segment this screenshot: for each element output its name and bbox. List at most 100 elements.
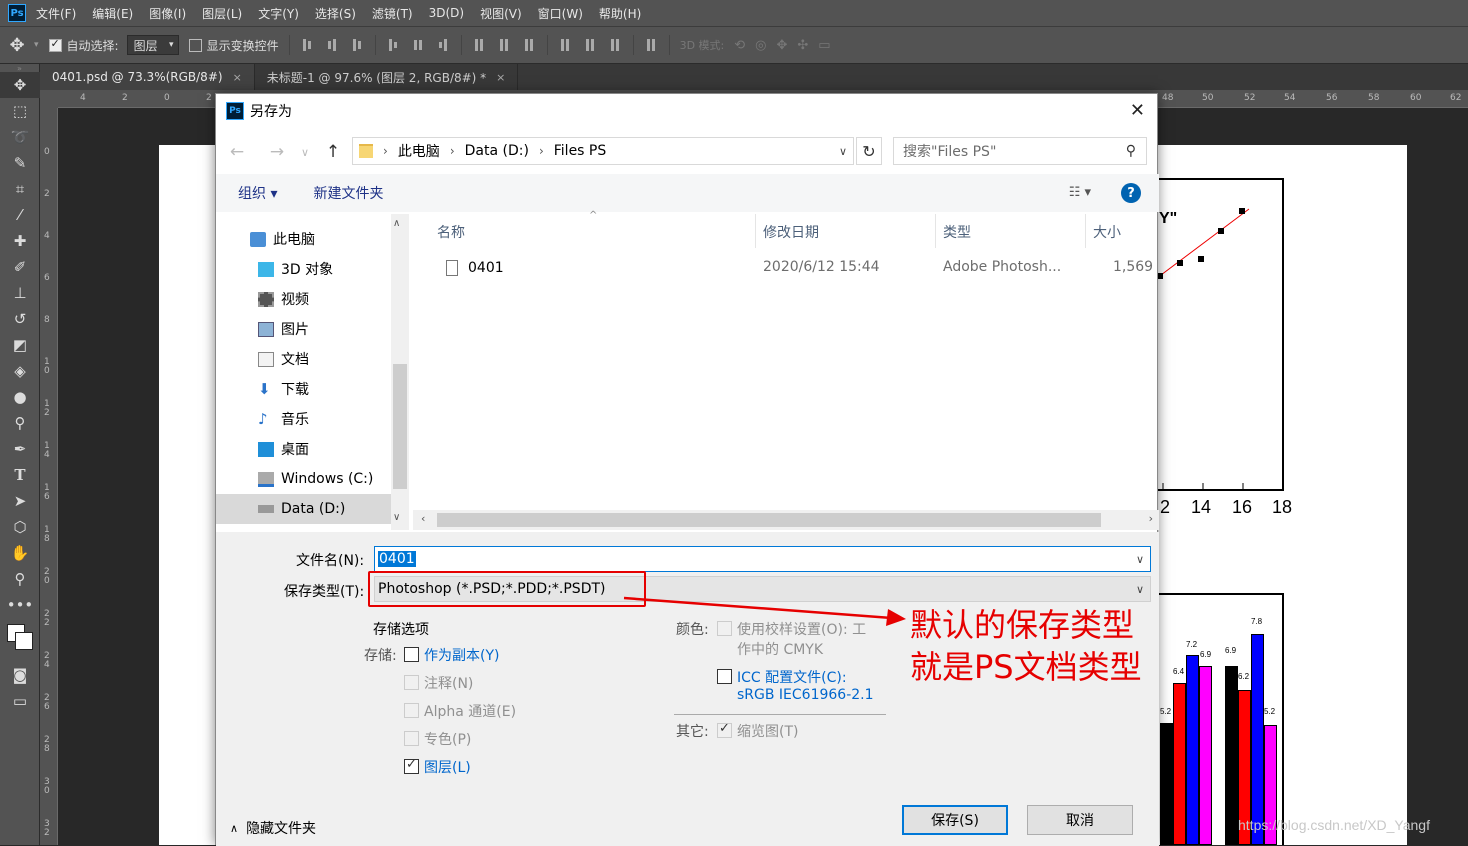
- forward-arrow-icon[interactable]: →: [266, 142, 288, 162]
- align-hcenter-icon[interactable]: [410, 38, 426, 52]
- history-brush-icon[interactable]: ↺: [0, 306, 40, 332]
- cancel-button[interactable]: 取消: [1027, 805, 1133, 835]
- layers-label[interactable]: 图层(L): [424, 757, 471, 777]
- scroll-up-icon[interactable]: ∧: [393, 218, 400, 229]
- column-divider[interactable]: [755, 214, 756, 248]
- shape-tool-icon[interactable]: ⬡: [0, 514, 40, 540]
- path-select-icon[interactable]: ➤: [0, 488, 40, 514]
- stamp-tool-icon[interactable]: ⊥: [0, 280, 40, 306]
- new-folder-button[interactable]: 新建文件夹: [313, 183, 383, 203]
- scroll-down-icon[interactable]: ∨: [393, 512, 400, 523]
- healing-brush-icon[interactable]: ✚: [0, 228, 40, 254]
- icc-profile-checkbox[interactable]: [717, 669, 732, 684]
- pen-tool-icon[interactable]: ✒: [0, 436, 40, 462]
- distribute-hcenter-icon[interactable]: [582, 38, 598, 52]
- hide-folders-toggle[interactable]: ∧ 隐藏文件夹: [230, 818, 316, 838]
- color-swatches-icon[interactable]: [0, 618, 40, 662]
- help-button[interactable]: ?: [1121, 183, 1141, 203]
- as-copy-checkbox[interactable]: [404, 647, 419, 662]
- menu-edit[interactable]: 编辑(E): [92, 5, 133, 22]
- column-header-size[interactable]: 大小: [1093, 222, 1121, 242]
- menu-view[interactable]: 视图(V): [480, 5, 522, 22]
- align-right-icon[interactable]: [435, 38, 451, 52]
- nav-item-desktop[interactable]: 桌面: [216, 434, 410, 464]
- tab-0401[interactable]: 0401.psd @ 73.3%(RGB/8#) ×: [40, 64, 255, 90]
- menu-window[interactable]: 窗口(W): [538, 5, 583, 22]
- eraser-tool-icon[interactable]: ◩: [0, 332, 40, 358]
- scrollbar-thumb[interactable]: [437, 513, 1101, 527]
- zoom-tool-icon[interactable]: ⚲: [0, 566, 40, 592]
- as-copy-label[interactable]: 作为副本(Y): [424, 645, 499, 665]
- menu-3d[interactable]: 3D(D): [429, 6, 464, 20]
- icc-profile-label[interactable]: ICC 配置文件(C):: [737, 667, 847, 687]
- distribute-right-icon[interactable]: [607, 38, 623, 52]
- layers-checkbox[interactable]: [404, 757, 419, 774]
- more-tools-icon[interactable]: •••: [0, 592, 40, 618]
- alpha-checkbox[interactable]: [404, 703, 419, 718]
- chevron-right-icon[interactable]: ›: [383, 144, 388, 158]
- lasso-tool-icon[interactable]: ➰: [0, 124, 40, 150]
- notes-checkbox[interactable]: [404, 675, 419, 690]
- chevron-right-icon[interactable]: ›: [539, 144, 544, 158]
- nav-item-windows-c[interactable]: Windows (C:): [216, 464, 410, 494]
- breadcrumb-this-pc[interactable]: 此电脑: [398, 141, 440, 161]
- scroll-left-icon[interactable]: ‹: [421, 512, 425, 525]
- show-transform-checkbox[interactable]: [188, 38, 202, 52]
- nav-item-data-d[interactable]: Data (D:): [216, 494, 391, 524]
- menu-file[interactable]: 文件(F): [36, 5, 76, 22]
- align-left-icon[interactable]: [385, 38, 401, 52]
- nav-item-documents[interactable]: 文档: [216, 344, 410, 374]
- menu-filter[interactable]: 滤镜(T): [372, 5, 413, 22]
- dodge-tool-icon[interactable]: ⚲: [0, 410, 40, 436]
- column-header-name[interactable]: 名称: [437, 222, 465, 242]
- close-icon[interactable]: ×: [496, 71, 505, 84]
- menu-select[interactable]: 选择(S): [315, 5, 356, 22]
- marquee-tool-icon[interactable]: ⬚: [0, 98, 40, 124]
- align-bottom-icon[interactable]: [349, 38, 365, 52]
- quick-mask-icon[interactable]: ◙: [0, 662, 40, 688]
- quick-select-tool-icon[interactable]: ✎: [0, 150, 40, 176]
- view-options-icon[interactable]: ☷ ▾: [1069, 185, 1091, 200]
- spot-color-checkbox[interactable]: [404, 731, 419, 746]
- up-arrow-icon[interactable]: ↑: [322, 142, 344, 162]
- back-arrow-icon[interactable]: ←: [226, 142, 248, 162]
- search-input[interactable]: 搜索"Files PS" ⚲: [893, 137, 1147, 165]
- chevron-down-icon[interactable]: ∨: [839, 145, 847, 158]
- menu-help[interactable]: 帮助(H): [599, 5, 641, 22]
- distribute-vcenter-icon[interactable]: [496, 38, 512, 52]
- nav-item-this-pc[interactable]: 此电脑: [216, 224, 410, 254]
- nav-scrollbar[interactable]: ∧ ∨: [391, 214, 409, 530]
- hand-tool-icon[interactable]: ✋: [0, 540, 40, 566]
- move-tool-icon[interactable]: ✥: [0, 72, 40, 98]
- chevron-down-icon[interactable]: ∨: [1136, 583, 1144, 596]
- scroll-right-icon[interactable]: ›: [1149, 512, 1153, 525]
- align-top-icon[interactable]: [299, 38, 315, 52]
- chevron-down-icon[interactable]: ▾: [34, 40, 39, 50]
- thumbnail-checkbox[interactable]: [717, 721, 732, 738]
- close-icon[interactable]: ×: [233, 71, 242, 84]
- menu-type[interactable]: 文字(Y): [258, 5, 299, 22]
- close-icon[interactable]: ✕: [1130, 100, 1145, 121]
- 3d-tools-icons[interactable]: ⟲◎✥✣▭: [734, 38, 840, 53]
- screen-mode-icon[interactable]: ▭: [0, 688, 40, 714]
- column-divider[interactable]: [935, 214, 936, 248]
- chevron-down-icon[interactable]: ∨: [1136, 553, 1144, 566]
- crop-tool-icon[interactable]: ⌗: [0, 176, 40, 202]
- blur-tool-icon[interactable]: ●: [0, 384, 40, 410]
- address-bar[interactable]: › 此电脑 › Data (D:) › Files PS ∨: [352, 137, 854, 165]
- breadcrumb-data-d[interactable]: Data (D:): [465, 143, 529, 159]
- move-tool-icon[interactable]: ✥: [0, 35, 34, 56]
- auto-select-checkbox[interactable]: [48, 37, 62, 52]
- auto-select-target-dropdown[interactable]: 图层 ▾: [126, 35, 179, 55]
- save-button[interactable]: 保存(S): [902, 805, 1008, 835]
- column-divider[interactable]: [1085, 214, 1086, 248]
- dialog-titlebar[interactable]: Ps 另存为: [216, 94, 1157, 128]
- distribute-top-icon[interactable]: [471, 38, 487, 52]
- auto-align-icon[interactable]: [643, 38, 659, 52]
- column-header-date[interactable]: 修改日期: [763, 222, 819, 242]
- column-header-type[interactable]: 类型: [943, 222, 971, 242]
- refresh-icon[interactable]: ↻: [856, 137, 882, 165]
- file-name-input[interactable]: 0401 ∨: [374, 546, 1151, 572]
- eyedropper-tool-icon[interactable]: ⁄: [0, 202, 40, 228]
- scrollbar-thumb[interactable]: [393, 364, 407, 489]
